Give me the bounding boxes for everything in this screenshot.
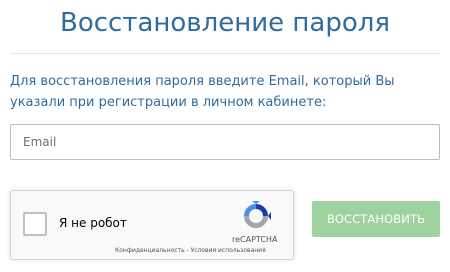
recaptcha-logo-icon [244, 201, 271, 228]
recaptcha-widget: Я не робот reCAPTCHA Конфиденциальность … [10, 190, 294, 260]
email-field[interactable] [10, 124, 440, 160]
recaptcha-privacy-link[interactable]: Конфиденциальность [115, 247, 185, 254]
recaptcha-checkbox-label: Я не робот [59, 216, 127, 230]
recaptcha-links: Конфиденциальность - Условия использован… [115, 247, 266, 254]
recaptcha-checkbox[interactable] [23, 212, 47, 236]
title-divider [10, 53, 440, 54]
instruction-text: Для восстановления пароля введите Email,… [10, 74, 395, 110]
password-recovery-page: Восстановление пароля Для восстановления… [0, 0, 450, 272]
recaptcha-brand: reCAPTCHA [232, 235, 278, 244]
page-title: Восстановление пароля [59, 8, 390, 38]
restore-button[interactable]: ВОССТАНОВИТЬ [312, 201, 440, 237]
recaptcha-terms-link[interactable]: Условия использования [191, 247, 266, 254]
